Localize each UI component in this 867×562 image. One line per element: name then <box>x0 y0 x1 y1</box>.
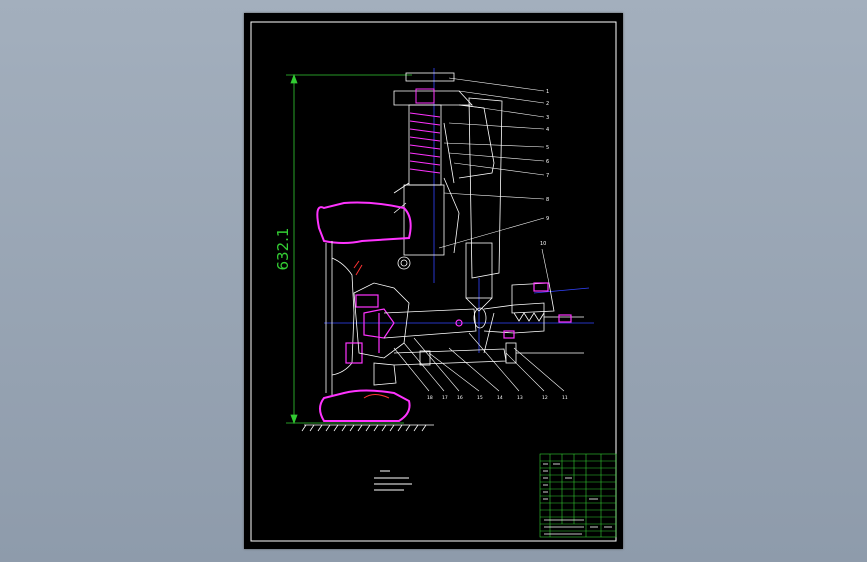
cad-viewport[interactable]: 632.1 1 2 3 4 5 6 7 8 9 10 18 17 16 15 1… <box>0 0 867 562</box>
leader-balloon-10 <box>541 248 550 284</box>
dimension-height <box>286 73 412 425</box>
control-arm <box>383 302 584 366</box>
balloon-12: 12 <box>542 395 548 401</box>
drawing-sheet[interactable]: 632.1 1 2 3 4 5 6 7 8 9 10 18 17 16 15 1… <box>244 13 623 549</box>
balloon-14: 14 <box>497 395 503 401</box>
balloon-8: 8 <box>546 197 549 203</box>
balloon-4: 4 <box>546 127 549 133</box>
balloon-17: 17 <box>442 395 448 401</box>
title-block-text-marks <box>543 463 612 535</box>
balloons-right: 1 2 3 4 5 6 7 8 9 <box>546 89 549 222</box>
spring-coil <box>409 88 441 174</box>
balloon-10: 10 <box>540 241 546 247</box>
balloon-6: 6 <box>546 159 549 165</box>
balloon-9: 9 <box>546 216 549 222</box>
wheel-tire <box>316 201 412 422</box>
balloon-16: 16 <box>457 395 463 401</box>
balloon-15: 15 <box>477 395 483 401</box>
balloon-2: 2 <box>546 101 549 107</box>
strut-assembly <box>393 72 495 312</box>
balloon-3: 3 <box>546 115 549 121</box>
ground-line <box>301 424 434 432</box>
balloon-11: 11 <box>562 395 568 401</box>
red-accents <box>353 260 390 399</box>
balloons-bottom: 18 17 16 15 14 13 12 11 <box>427 395 568 401</box>
balloon-13: 13 <box>517 395 523 401</box>
balloon-7: 7 <box>546 173 549 179</box>
dimension-label: 632.1 <box>274 228 292 271</box>
balloon-5: 5 <box>546 145 549 151</box>
technical-notes <box>374 470 412 491</box>
title-block <box>539 453 617 538</box>
leader-lines-right <box>438 77 545 249</box>
balloon-1: 1 <box>546 89 549 95</box>
steering-knuckle <box>353 282 410 386</box>
wheel-hub <box>325 241 411 395</box>
steering-rack <box>468 97 555 354</box>
drawing-canvas[interactable]: 632.1 1 2 3 4 5 6 7 8 9 10 18 17 16 15 1… <box>244 13 623 549</box>
balloon-18: 18 <box>427 395 433 401</box>
